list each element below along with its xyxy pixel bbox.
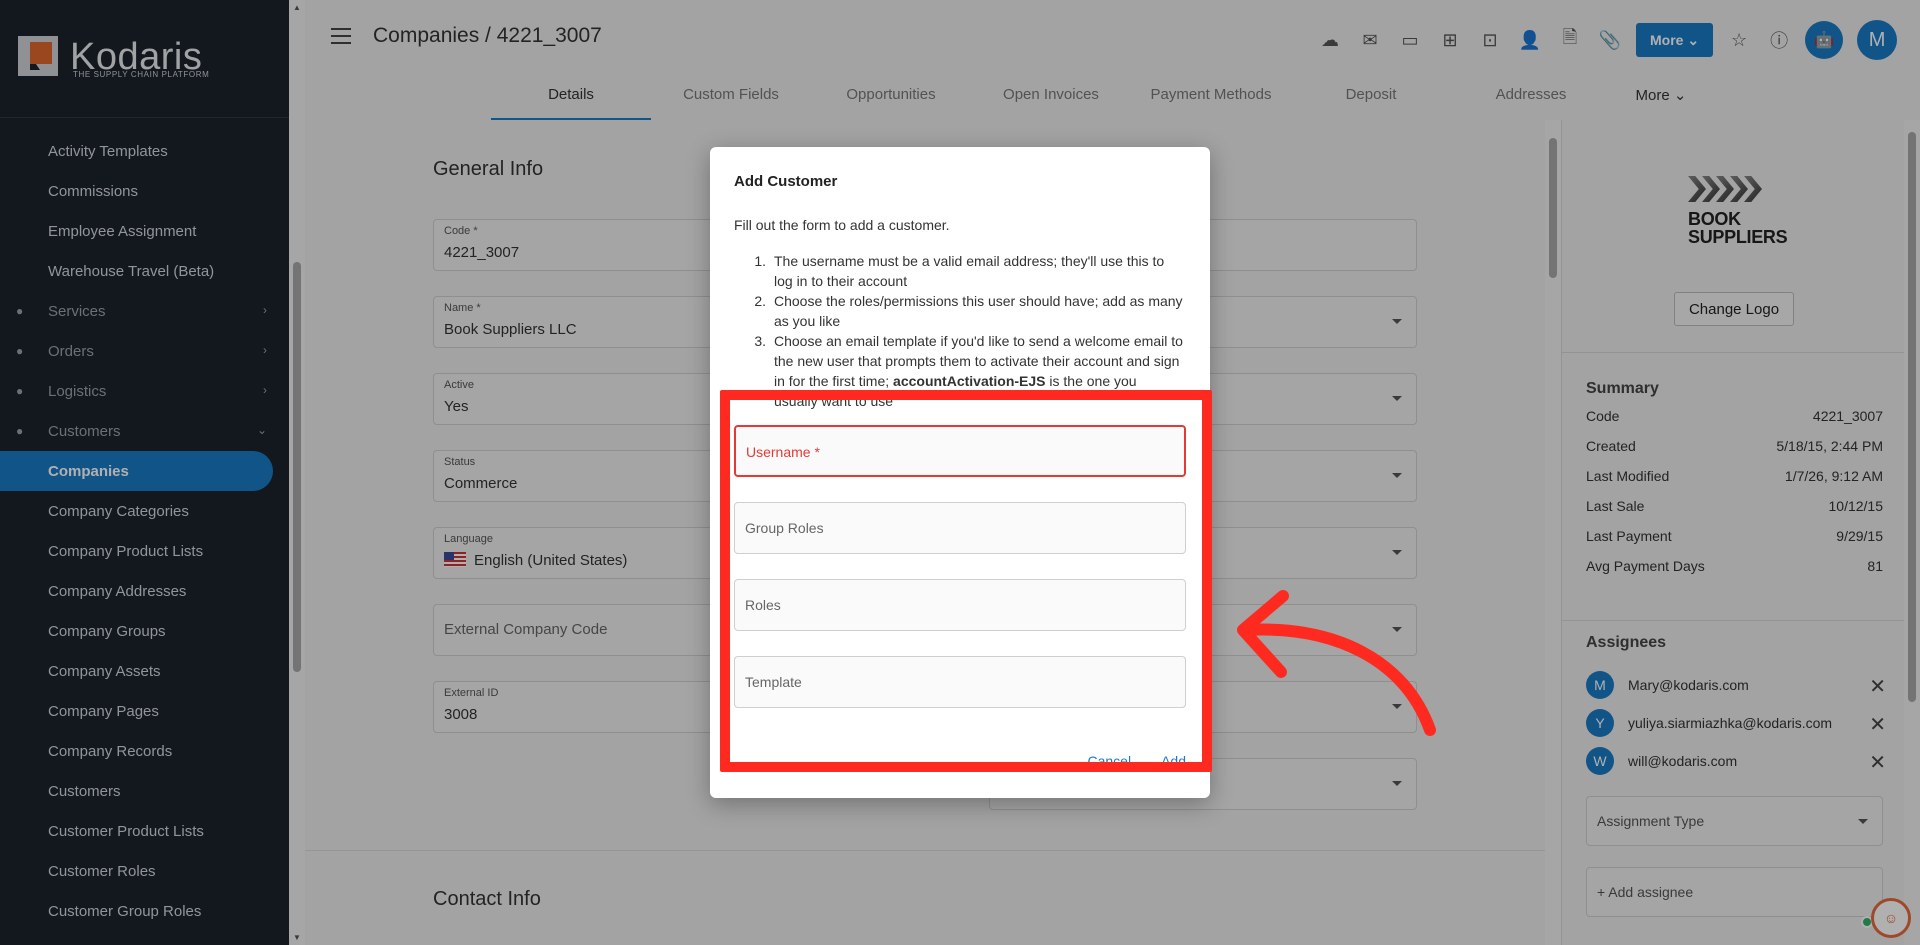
template-name-emphasis: accountActivation-EJS (893, 373, 1046, 389)
annotation-arrow-icon (1237, 590, 1436, 736)
step-number: 2. (754, 293, 766, 309)
step-text: The username must be a valid email addre… (774, 253, 1165, 289)
dialog-description: Fill out the form to add a customer. (734, 217, 950, 233)
instruction-step: 2. Choose the roles/permissions this user… (734, 291, 1184, 331)
instruction-step: 1. The username must be a valid email add… (734, 251, 1184, 291)
step-number: 1. (754, 253, 766, 269)
step-text: Choose the roles/permissions this user s… (774, 293, 1183, 329)
dialog-instructions: 1. The username must be a valid email add… (734, 251, 1184, 411)
annotation-highlight-box (720, 390, 1212, 772)
dialog-title: Add Customer (734, 173, 838, 190)
